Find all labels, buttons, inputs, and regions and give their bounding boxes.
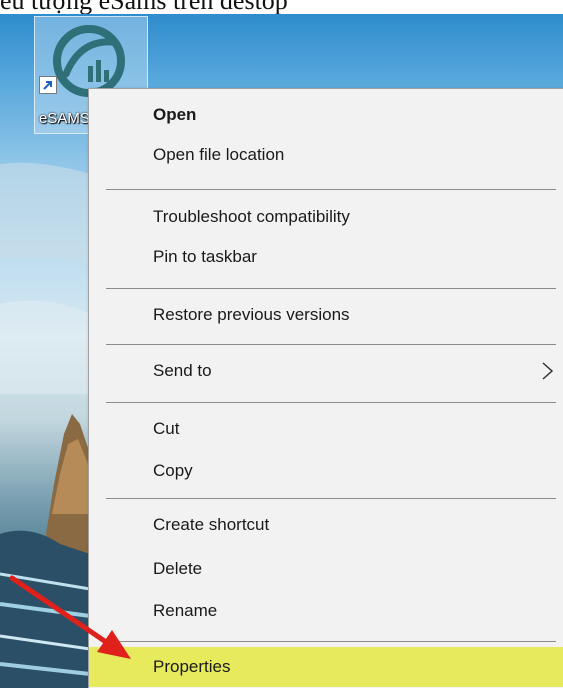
desktop-screenshot: eSAMS Open Open file location Troublesho…: [0, 14, 563, 688]
menu-item-cut[interactable]: Cut: [89, 409, 563, 449]
menu-item-restore-previous-versions[interactable]: Restore previous versions: [89, 295, 563, 335]
menu-separator: [106, 641, 556, 642]
menu-separator: [106, 189, 556, 190]
shortcut-arrow-icon: [39, 76, 57, 94]
menu-separator: [106, 288, 556, 289]
menu-item-troubleshoot-compatibility[interactable]: Troubleshoot compatibility: [89, 197, 563, 237]
menu-item-pin-to-taskbar[interactable]: Pin to taskbar: [89, 237, 563, 277]
menu-item-open-file-location[interactable]: Open file location: [89, 135, 563, 175]
menu-item-create-shortcut[interactable]: Create shortcut: [89, 505, 563, 545]
menu-item-properties[interactable]: Properties: [89, 647, 563, 687]
menu-item-open[interactable]: Open: [89, 95, 563, 135]
menu-separator: [106, 402, 556, 403]
menu-item-rename[interactable]: Rename: [89, 591, 563, 631]
menu-item-send-to-label: Send to: [153, 361, 212, 380]
menu-separator: [106, 498, 556, 499]
menu-item-delete[interactable]: Delete: [89, 549, 563, 589]
context-menu: Open Open file location Troubleshoot com…: [88, 88, 563, 688]
desktop-shortcut-label: eSAMS: [39, 110, 90, 127]
menu-separator: [106, 344, 556, 345]
menu-item-copy[interactable]: Copy: [89, 451, 563, 491]
menu-item-send-to[interactable]: Send to: [89, 351, 563, 391]
chevron-right-icon: [542, 362, 554, 380]
